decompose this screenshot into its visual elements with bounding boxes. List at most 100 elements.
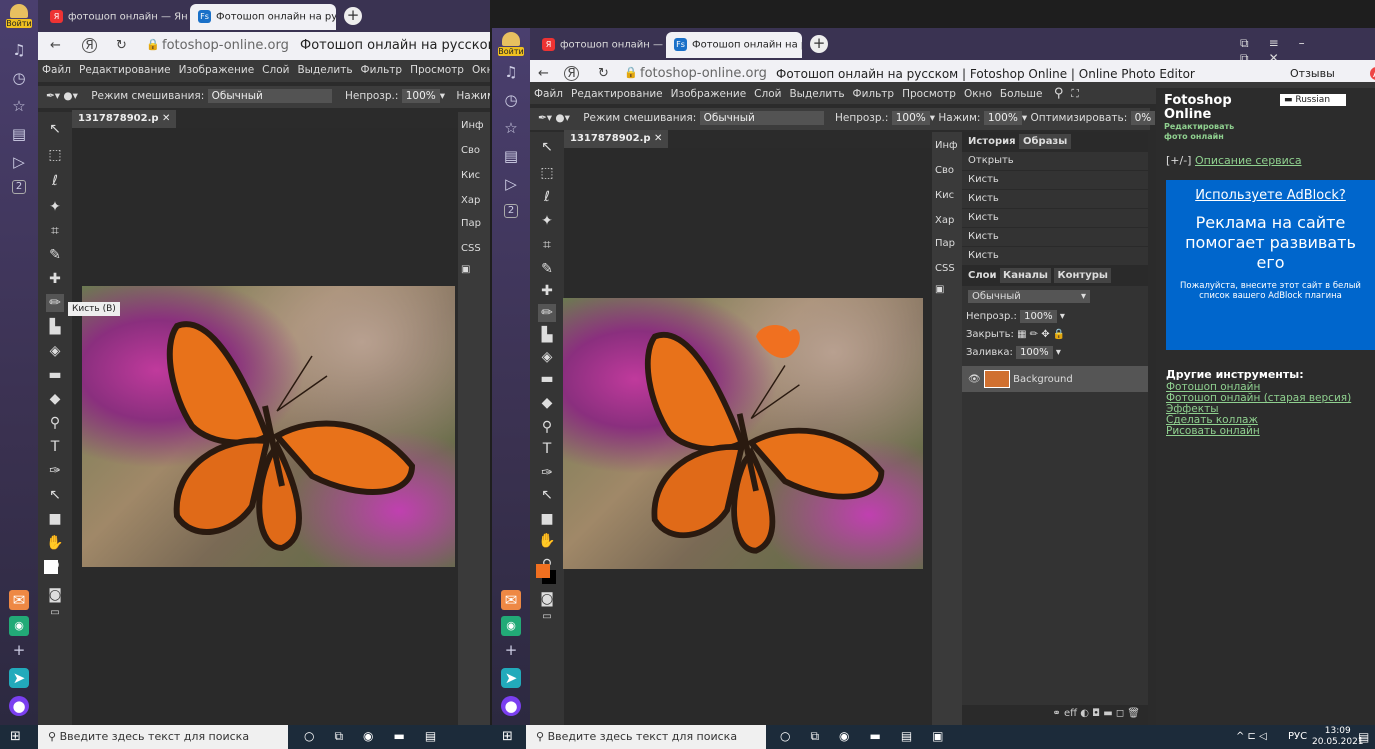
screen-mode-icon[interactable]: ▭ xyxy=(538,608,556,626)
panel-paragraph[interactable]: Пар xyxy=(458,212,490,235)
menu-filter[interactable]: Фильтр xyxy=(357,60,407,80)
alice-icon[interactable]: ● xyxy=(9,696,29,716)
wand-tool-icon[interactable]: ✦ xyxy=(538,212,556,230)
quickmask-icon[interactable]: ◙ xyxy=(538,590,556,608)
menu-image[interactable]: Изображение xyxy=(175,60,259,80)
optimize-input[interactable]: 0% xyxy=(1130,111,1156,125)
stamp-tool-icon[interactable]: ▙ xyxy=(46,318,64,336)
search-box-right[interactable]: ⚲ Введите здесь текст для поиска xyxy=(526,725,766,749)
login-button[interactable]: Войти xyxy=(498,32,524,60)
reload-icon[interactable]: ↻ xyxy=(116,38,127,53)
menu-select[interactable]: Выделить xyxy=(785,84,848,104)
hand-tool-icon[interactable]: ✋ xyxy=(538,532,556,550)
tabs-count-icon[interactable]: 2 xyxy=(12,180,26,194)
gradient-tool-icon[interactable]: ▬ xyxy=(46,366,64,384)
dodge-tool-icon[interactable]: ⚲ xyxy=(538,418,556,436)
tabs-count-icon[interactable]: 2 xyxy=(504,204,518,218)
panel-css[interactable]: CSS xyxy=(458,235,490,262)
fill-input[interactable]: 100% xyxy=(1016,346,1053,359)
tab-fotoshop[interactable]: FsФотошоп онлайн на ру× xyxy=(190,4,336,30)
mail-icon[interactable]: ✉ xyxy=(501,590,521,610)
tab-paths[interactable]: Контуры xyxy=(1054,268,1111,283)
marquee-tool-icon[interactable]: ⬚ xyxy=(538,164,556,182)
tab-yandex[interactable]: Яфотошоп онлайн — Янде xyxy=(42,4,188,30)
healing-tool-icon[interactable]: ✚ xyxy=(46,270,64,288)
taskbar-apps-right[interactable]: ○⧉◉▬▤▣ xyxy=(780,729,964,744)
screen-mode-icon[interactable]: ▭ xyxy=(46,604,64,622)
notes-icon[interactable]: ▤ xyxy=(501,146,521,166)
menu-view[interactable]: Просмотр xyxy=(406,60,468,80)
start-icon[interactable]: ⊞ xyxy=(10,729,21,744)
hand-tool-icon[interactable]: ✋ xyxy=(46,534,64,552)
layer-row[interactable]: 👁 Background xyxy=(962,366,1148,392)
path-select-icon[interactable]: ↖ xyxy=(538,486,556,504)
blur-tool-icon[interactable]: ◆ xyxy=(46,390,64,408)
menu-view[interactable]: Просмотр xyxy=(898,84,960,104)
history-item[interactable]: Кисть xyxy=(962,247,1148,266)
play-icon[interactable]: ▷ xyxy=(9,152,29,172)
menu-layer[interactable]: Слой xyxy=(258,60,293,80)
blend-select[interactable]: Обычный xyxy=(207,89,332,103)
eraser-tool-icon[interactable]: ◈ xyxy=(46,342,64,360)
pressure-input[interactable]: 100% xyxy=(983,111,1022,125)
send-icon[interactable]: ➤ xyxy=(501,668,521,688)
text-tool-icon[interactable]: T xyxy=(46,438,64,456)
history-item[interactable]: Открыть xyxy=(962,152,1148,171)
mail-icon[interactable]: ✉ xyxy=(9,590,29,610)
reviews-link[interactable]: Отзывы xyxy=(1290,67,1335,80)
tab-snapshots[interactable]: Образы xyxy=(1019,134,1072,149)
back-icon[interactable]: ← xyxy=(50,38,61,53)
eye-icon[interactable]: 👁 xyxy=(968,374,981,385)
history-icon[interactable]: ◷ xyxy=(501,90,521,110)
crop-tool-icon[interactable]: ⌗ xyxy=(46,222,64,240)
menu-more[interactable]: Больше xyxy=(996,84,1047,104)
history-item[interactable]: Кисть xyxy=(962,209,1148,228)
menu-image[interactable]: Изображение xyxy=(667,84,751,104)
description-link[interactable]: Описание сервиса xyxy=(1195,154,1302,167)
stamp-tool-icon[interactable]: ▙ xyxy=(538,326,556,344)
lasso-tool-icon[interactable]: ℓ xyxy=(538,188,556,206)
tab-layers[interactable]: Слои xyxy=(968,270,997,281)
lasso-tool-icon[interactable]: ℓ xyxy=(46,172,64,190)
panel-properties[interactable]: Сво xyxy=(458,139,490,162)
history-item[interactable]: Кисть xyxy=(962,171,1148,190)
butterfly-photo[interactable] xyxy=(563,298,923,569)
plus-icon[interactable]: + xyxy=(9,640,29,660)
document-tab[interactable]: 1317878902.p ✕ xyxy=(564,130,669,148)
lock-icons[interactable]: ▦ ✏ ✥ 🔒 xyxy=(1017,329,1065,340)
tab-history[interactable]: История xyxy=(968,136,1016,147)
new-tab-button[interactable]: + xyxy=(344,7,362,25)
history-item[interactable]: Кисть xyxy=(962,190,1148,209)
panel-properties[interactable]: Сво xyxy=(932,159,962,182)
star-icon[interactable]: ☆ xyxy=(501,118,521,138)
move-tool-icon[interactable]: ↖ xyxy=(46,120,64,138)
crop-tool-icon[interactable]: ⌗ xyxy=(538,236,556,254)
panel-brushes[interactable]: Кис xyxy=(932,182,962,209)
plus-icon[interactable]: + xyxy=(501,640,521,660)
taskbar-apps-left[interactable]: ○⧉◉▬▤ xyxy=(304,729,456,744)
shape-tool-icon[interactable]: ■ xyxy=(538,510,556,528)
wand-tool-icon[interactable]: ✦ xyxy=(46,198,64,216)
menu-window[interactable]: Окно xyxy=(960,84,996,104)
image-panel-icon[interactable]: ▣ xyxy=(932,282,962,297)
app-icon[interactable]: ◉ xyxy=(501,616,521,636)
menu-window[interactable]: Окно xyxy=(468,60,490,80)
menu-edit[interactable]: Редактирование xyxy=(75,60,175,80)
menu-filter[interactable]: Фильтр xyxy=(849,84,899,104)
quickmask-icon[interactable]: ◙ xyxy=(46,586,64,604)
menu-select[interactable]: Выделить xyxy=(293,60,356,80)
move-tool-icon[interactable]: ↖ xyxy=(538,138,556,156)
tab-yandex[interactable]: Яфотошоп онлайн — Янде xyxy=(534,32,664,58)
shape-tool-icon[interactable]: ■ xyxy=(46,510,64,528)
menu-file[interactable]: Файл xyxy=(38,60,75,80)
send-icon[interactable]: ➤ xyxy=(9,668,29,688)
panel-paragraph[interactable]: Пар xyxy=(932,232,962,255)
dodge-tool-icon[interactable]: ⚲ xyxy=(46,414,64,432)
start-icon-right[interactable]: ⊞ xyxy=(502,729,513,744)
eyedropper-tool-icon[interactable]: ✎ xyxy=(538,260,556,278)
brush-tool-icon[interactable]: ✏ xyxy=(538,304,556,322)
history-item[interactable]: Кисть xyxy=(962,228,1148,247)
login-button[interactable]: Войти xyxy=(6,4,32,32)
butterfly-photo[interactable] xyxy=(82,286,455,567)
close-doc-icon[interactable]: ✕ xyxy=(162,113,170,124)
